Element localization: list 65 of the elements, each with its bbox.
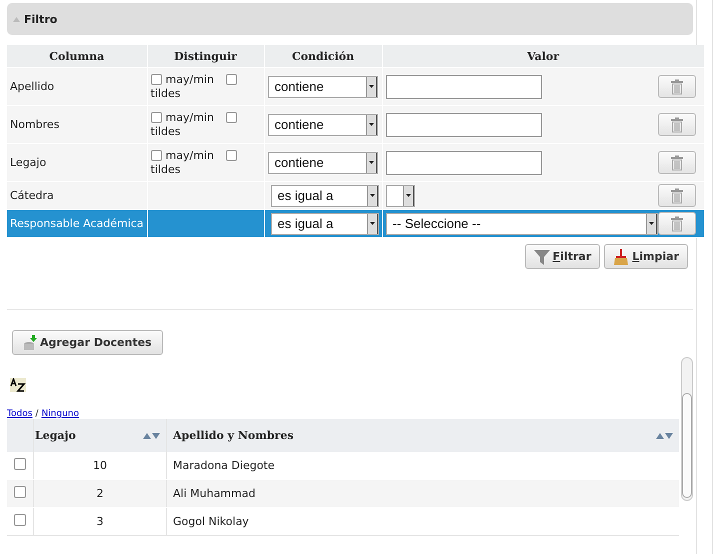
row-checkbox[interactable]	[14, 514, 26, 526]
database-add-icon	[23, 334, 37, 350]
checkbox-label: may/min	[166, 148, 214, 162]
scrollbar[interactable]	[681, 357, 693, 501]
column-name: Responsable Académica	[10, 217, 144, 230]
checkbox[interactable]	[226, 74, 237, 85]
trash-icon	[670, 216, 684, 232]
checkbox-label: tildes	[150, 124, 180, 138]
broom-icon	[613, 248, 630, 264]
checkbox-label: tildes	[150, 162, 180, 176]
column-name: Legajo	[10, 156, 46, 169]
filter-button[interactable]: Filtrar	[524, 244, 600, 269]
condition-dropdown[interactable]: es igual a	[270, 184, 379, 206]
condition-dropdown[interactable]: contiene	[268, 114, 378, 136]
value-input-field[interactable]	[386, 74, 542, 98]
value-input-field[interactable]	[386, 112, 542, 136]
sort-az-icon[interactable]	[10, 378, 26, 392]
column-name: Apellido	[10, 80, 54, 93]
select-all-link[interactable]: Todos	[7, 409, 32, 419]
trash-icon	[670, 78, 684, 94]
column-header[interactable]: Apellido y Nombres	[166, 419, 679, 452]
panel-title: Filtro	[24, 12, 58, 26]
trash-icon	[670, 188, 684, 204]
link-separator: /	[35, 409, 38, 419]
condition-dropdown[interactable]: contiene	[268, 152, 378, 174]
table-cell: Gogol Nikolay	[166, 508, 679, 536]
checkbox[interactable]	[226, 150, 237, 161]
collapse-arrow-icon[interactable]	[13, 16, 20, 22]
checkbox-label: tildes	[150, 86, 180, 100]
select-none-link[interactable]: Ninguno	[41, 409, 80, 419]
row-checkbox[interactable]	[14, 486, 26, 498]
value-dropdown[interactable]	[386, 184, 415, 206]
delete-button[interactable]	[658, 184, 696, 207]
table-cell: 2	[34, 480, 166, 508]
sort-arrows-icon[interactable]	[656, 432, 674, 439]
table-cell: 3	[34, 508, 166, 536]
column-header: Columna	[7, 45, 148, 68]
condition-dropdown[interactable]: contiene	[268, 76, 378, 98]
checkbox-label: may/min	[166, 72, 214, 86]
column-header: Condición	[264, 45, 382, 68]
trash-icon	[670, 116, 684, 132]
clear-button[interactable]: Limpiar	[604, 244, 688, 269]
checkbox[interactable]	[150, 112, 162, 123]
sort-arrows-icon[interactable]	[143, 432, 161, 439]
checkbox[interactable]	[226, 112, 237, 123]
delete-button[interactable]	[658, 151, 696, 174]
checkbox[interactable]	[150, 74, 162, 85]
filter-panel-header[interactable]: Filtro	[7, 3, 693, 35]
column-header: Distinguir	[147, 45, 264, 68]
row-checkbox[interactable]	[14, 458, 26, 470]
checkbox-label: may/min	[166, 110, 214, 124]
table-cell: Ali Muhammad	[166, 480, 679, 508]
condition-dropdown[interactable]: es igual a	[270, 212, 379, 234]
funnel-icon	[534, 248, 550, 264]
column-name: Nombres	[10, 118, 60, 131]
delete-button[interactable]	[658, 75, 696, 98]
value-dropdown[interactable]: -- Seleccione --	[386, 212, 658, 234]
checkbox[interactable]	[150, 150, 162, 161]
add-button[interactable]: Agregar Docentes	[12, 330, 163, 355]
delete-button[interactable]	[658, 113, 696, 136]
column-header[interactable]: Legajo	[34, 419, 166, 452]
column-name: Cátedra	[10, 189, 54, 202]
trash-icon	[670, 154, 684, 170]
column-header: Valor	[382, 45, 704, 68]
value-input-field[interactable]	[386, 150, 542, 174]
